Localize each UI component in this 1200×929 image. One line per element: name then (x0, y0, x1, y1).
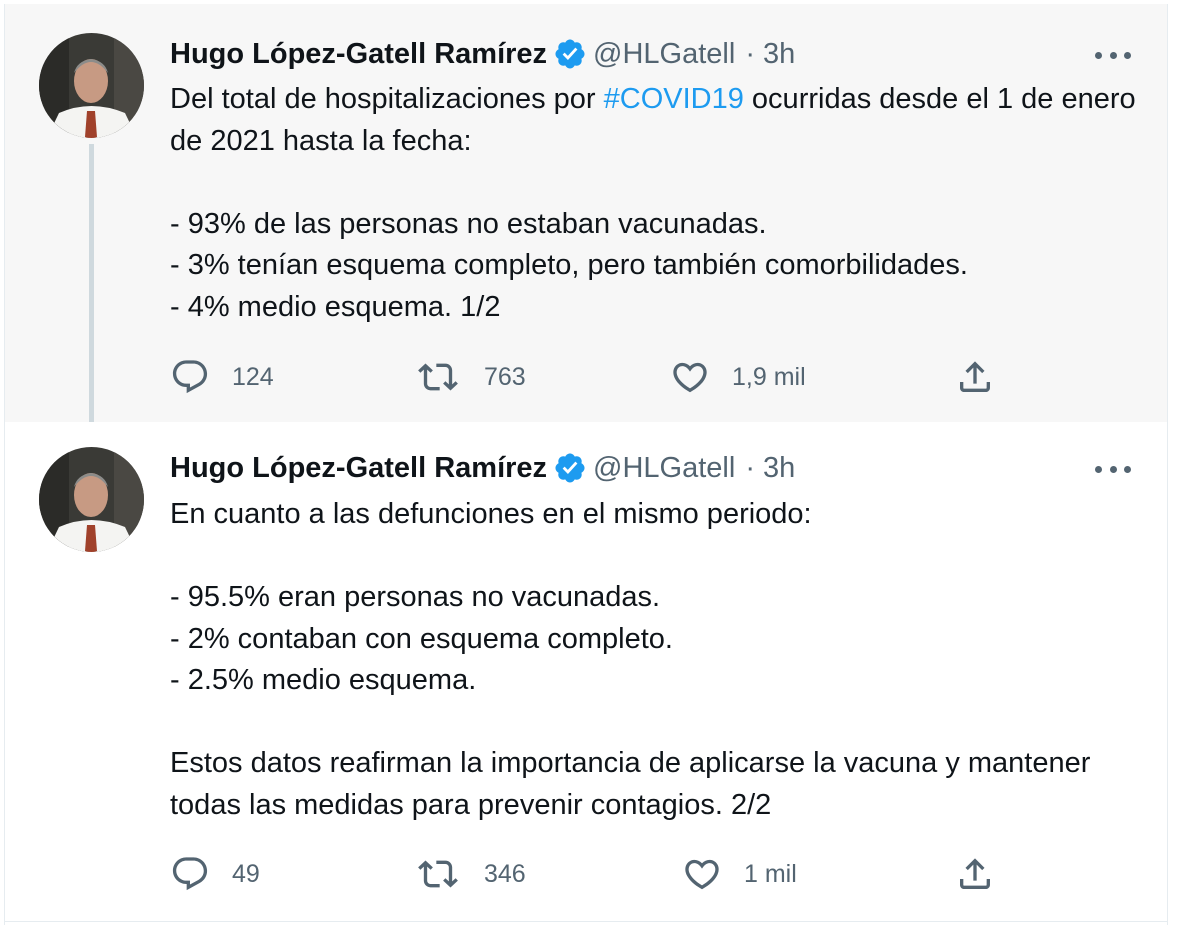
like-count: 1,9 mil (732, 362, 806, 391)
avatar-image (39, 447, 144, 552)
timestamp[interactable]: 3h (763, 38, 795, 71)
tweet-actions: 124 763 1,9 mil (170, 355, 1000, 399)
author-handle[interactable]: @HLGatell (593, 452, 735, 485)
heart-icon (685, 859, 719, 890)
tweet-paragraph: Del total de hospitalizaciones por #COVI… (170, 79, 1145, 162)
tweet-paragraph: En cuanto a las defunciones en el mismo … (170, 498, 812, 530)
like-button[interactable]: 1 mil (682, 852, 797, 896)
retweet-button[interactable]: 346 (418, 852, 526, 896)
timestamp[interactable]: 3h (763, 452, 795, 485)
tweet-paragraph: Estos datos reafirman la importancia de … (170, 747, 1099, 821)
thread-connector-line (89, 144, 94, 442)
tweet-header: Hugo López-Gatell Ramírez @HLGatell · 3h (170, 450, 795, 486)
tweet-paragraph: - 93% de las personas no estaban vacunad… (170, 207, 968, 323)
retweet-count: 763 (484, 362, 526, 391)
tweet-2[interactable]: Hugo López-Gatell Ramírez @HLGatell · 3h… (5, 422, 1167, 922)
text-segment: Del total de hospitalizaciones por (170, 83, 604, 115)
author-handle[interactable]: @HLGatell (593, 38, 735, 71)
verified-badge-icon (553, 451, 587, 485)
reply-icon (172, 360, 208, 394)
tweet-thread: Hugo López-Gatell Ramírez @HLGatell · 3h… (4, 4, 1168, 925)
tweet-text: En cuanto a las defunciones en el mismo … (170, 494, 1145, 826)
share-icon (960, 858, 990, 889)
separator-dot: · (745, 37, 755, 70)
tweet-1[interactable]: Hugo López-Gatell Ramírez @HLGatell · 3h… (5, 4, 1167, 442)
avatar[interactable] (39, 447, 144, 552)
tweet-actions: 49 346 1 mil (170, 852, 1000, 896)
retweet-count: 346 (484, 859, 526, 888)
share-icon (960, 361, 990, 392)
reply-count: 49 (232, 859, 260, 888)
reply-button[interactable]: 49 (170, 852, 260, 896)
reply-icon (172, 857, 208, 891)
tweet-header: Hugo López-Gatell Ramírez @HLGatell · 3h (170, 36, 795, 72)
hashtag-link[interactable]: #COVID19 (604, 83, 744, 115)
share-button[interactable] (955, 355, 995, 399)
like-button[interactable]: 1,9 mil (670, 355, 806, 399)
retweet-button[interactable]: 763 (418, 355, 526, 399)
verified-badge-icon (553, 37, 587, 71)
tweet-paragraph: - 95.5% eran personas no vacunadas. - 2%… (170, 581, 673, 696)
author-name[interactable]: Hugo López-Gatell Ramírez (170, 38, 547, 71)
separator-dot: · (745, 451, 755, 484)
heart-icon (673, 362, 707, 393)
tweet-text: Del total de hospitalizaciones por #COVI… (170, 79, 1145, 328)
reply-button[interactable]: 124 (170, 355, 274, 399)
avatar-image (39, 33, 144, 138)
reply-count: 124 (232, 362, 274, 391)
avatar[interactable] (39, 33, 144, 138)
like-count: 1 mil (744, 859, 797, 888)
more-horizontal-icon[interactable] (1095, 463, 1131, 475)
more-horizontal-icon[interactable] (1095, 49, 1131, 61)
retweet-icon (418, 860, 458, 888)
share-button[interactable] (955, 852, 995, 896)
author-name[interactable]: Hugo López-Gatell Ramírez (170, 452, 547, 485)
retweet-icon (418, 363, 458, 391)
